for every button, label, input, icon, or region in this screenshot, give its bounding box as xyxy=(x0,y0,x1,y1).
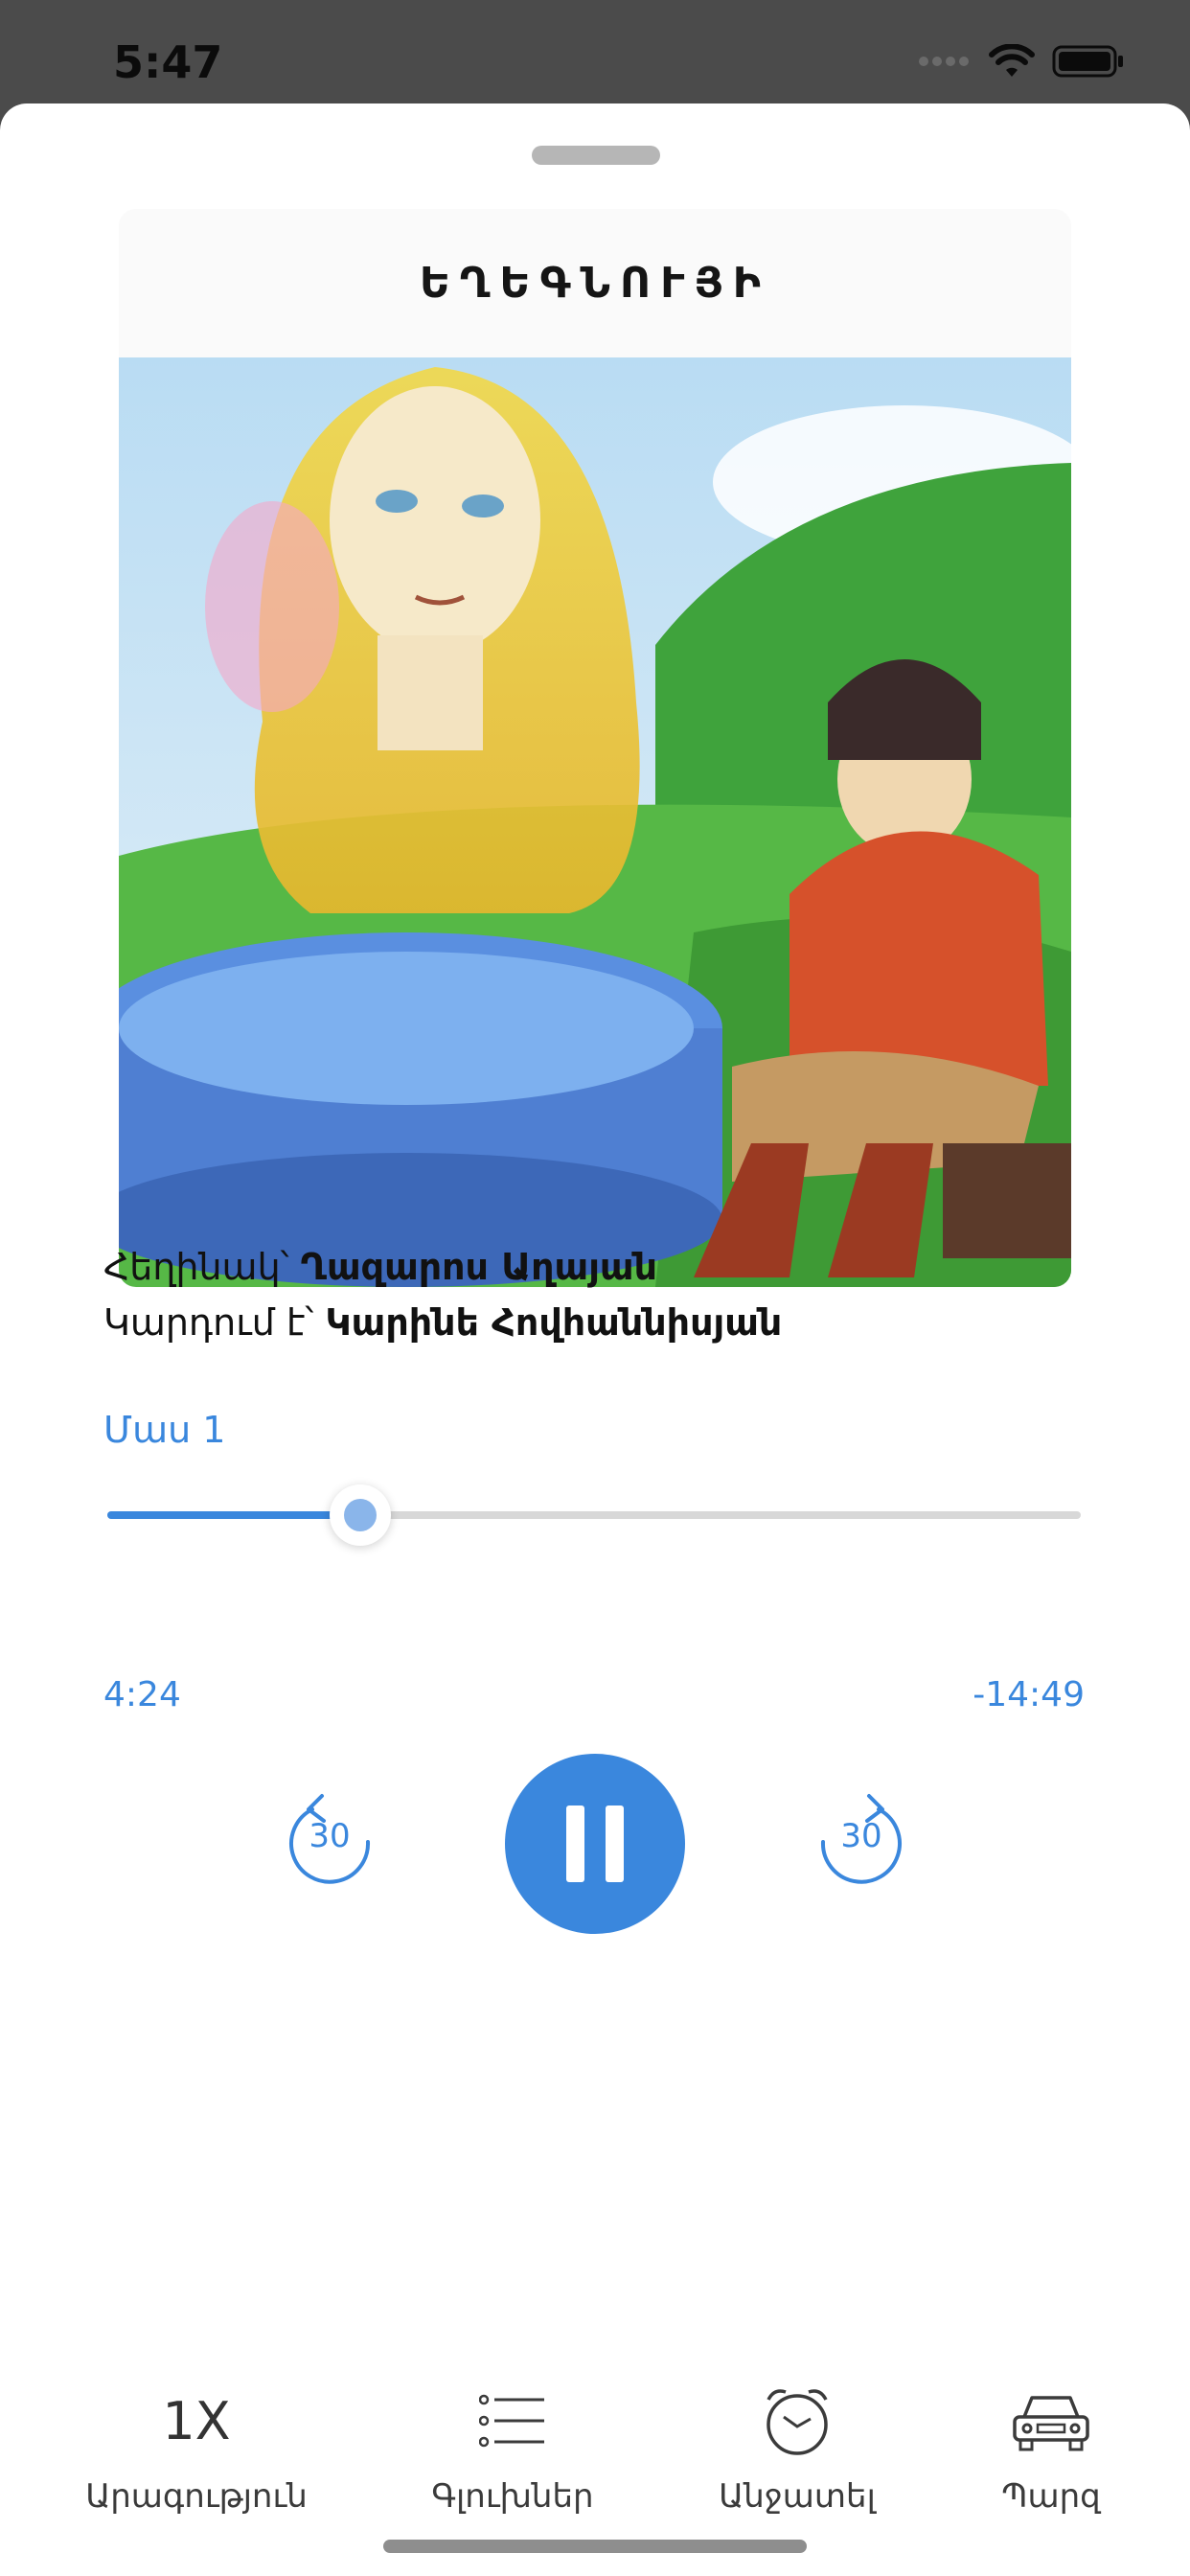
remaining-time: -14:49 xyxy=(973,1675,1085,1714)
cover-title: ԵՂԵԳՆՈՒՅԻ xyxy=(119,209,1071,357)
reader-line: Կարդում է՝ Կարինե Հովհաննիսյան xyxy=(103,1295,1090,1350)
car-icon xyxy=(927,2381,1176,2460)
signal-icon xyxy=(919,57,969,66)
progress-thumb[interactable] xyxy=(330,1484,392,1546)
status-time: 5:47 xyxy=(113,36,223,88)
author-prefix: Հեղինակ՝ xyxy=(103,1246,301,1288)
cover-image: ԵՂԵԳՆՈՒՅԻ xyxy=(119,209,1071,1287)
status-icons xyxy=(918,42,1125,80)
reader-name: Կարինե Հովհաննիսյան xyxy=(325,1301,783,1344)
author-name: Ղազարոս Աղայան xyxy=(300,1246,658,1288)
speed-icon: 1X xyxy=(72,2381,321,2460)
bottom-toolbar: 1X Արագություն Գլուխներ Անջատել Պարզ xyxy=(0,2381,1190,2525)
speed-button[interactable]: 1X Արագություն xyxy=(72,2381,321,2517)
pause-icon-bar xyxy=(606,1806,624,1882)
skip-forward-button[interactable]: 30 xyxy=(815,1792,907,1894)
progress-fill xyxy=(107,1511,361,1519)
battery-icon xyxy=(1052,45,1123,78)
elapsed-time: 4:24 xyxy=(103,1675,181,1714)
sheet-grabber[interactable] xyxy=(532,146,660,165)
pause-icon xyxy=(566,1806,584,1882)
speed-value: 1X xyxy=(162,2390,231,2451)
skip-back-seconds: 30 xyxy=(309,1817,351,1855)
speed-label: Արագություն xyxy=(85,2477,308,2516)
sleep-timer-label: Անջատել xyxy=(719,2477,876,2516)
skip-forward-seconds: 30 xyxy=(840,1817,882,1855)
wifi-icon xyxy=(989,44,1035,77)
alarm-clock-icon xyxy=(673,2381,922,2460)
reader-prefix: Կարդում է՝ xyxy=(103,1301,326,1344)
progress-thumb-dot xyxy=(344,1499,378,1531)
sleep-timer-button[interactable]: Անջատել xyxy=(673,2381,922,2516)
car-mode-button[interactable]: Պարզ xyxy=(927,2381,1176,2516)
chapters-button[interactable]: Գլուխներ xyxy=(388,2381,637,2516)
home-indicator xyxy=(383,2540,807,2553)
player-sheet: ԵՂԵԳՆՈՒՅԻ Հեղինակ՝ Ղազարոս Աղայան Կարդու… xyxy=(0,104,1190,2576)
pause-button[interactable] xyxy=(505,1754,685,1934)
list-icon xyxy=(388,2381,637,2460)
author-line: Հեղինակ՝ Ղազարոս Աղայան xyxy=(103,1239,1090,1295)
chapters-label: Գլուխներ xyxy=(431,2477,594,2516)
progress-track[interactable] xyxy=(107,1511,1081,1519)
skip-back-button[interactable]: 30 xyxy=(284,1792,376,1894)
credits: Հեղինակ՝ Ղազարոս Աղայան Կարդում է՝ Կարին… xyxy=(103,1239,1090,1350)
cover-illustration xyxy=(119,357,1071,1287)
part-label[interactable]: Մաս 1 xyxy=(103,1409,225,1451)
car-mode-label: Պարզ xyxy=(1001,2477,1101,2516)
